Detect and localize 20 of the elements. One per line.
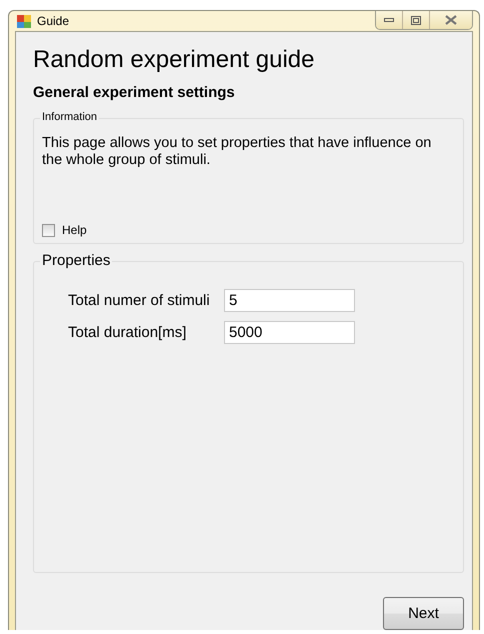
help-label: Help <box>62 223 87 237</box>
page-subheading: General experiment settings <box>33 84 236 101</box>
close-icon <box>445 15 457 25</box>
app-icon <box>17 14 31 28</box>
field-label: Total duration[ms] <box>68 324 188 340</box>
maximize-button[interactable] <box>402 11 429 29</box>
maximize-icon <box>411 16 421 24</box>
group-legend: Information <box>40 111 100 123</box>
field-label: Total numer of stimuli <box>68 292 211 308</box>
minimize-icon <box>384 18 394 22</box>
input-field[interactable]: 5000 <box>224 320 355 344</box>
group-legend: Properties <box>40 252 112 269</box>
input-field[interactable]: 5 <box>224 288 355 312</box>
window-title: Guide <box>37 14 70 28</box>
page-heading: Random experiment guide <box>33 46 316 74</box>
help-checkbox[interactable] <box>42 224 55 236</box>
information-text: This page allows you to set properties that have influence on the whole group of stimuli. <box>42 135 432 169</box>
minimize-button[interactable] <box>376 11 402 29</box>
close-button[interactable] <box>429 11 472 29</box>
next-button[interactable]: Next <box>383 597 464 630</box>
